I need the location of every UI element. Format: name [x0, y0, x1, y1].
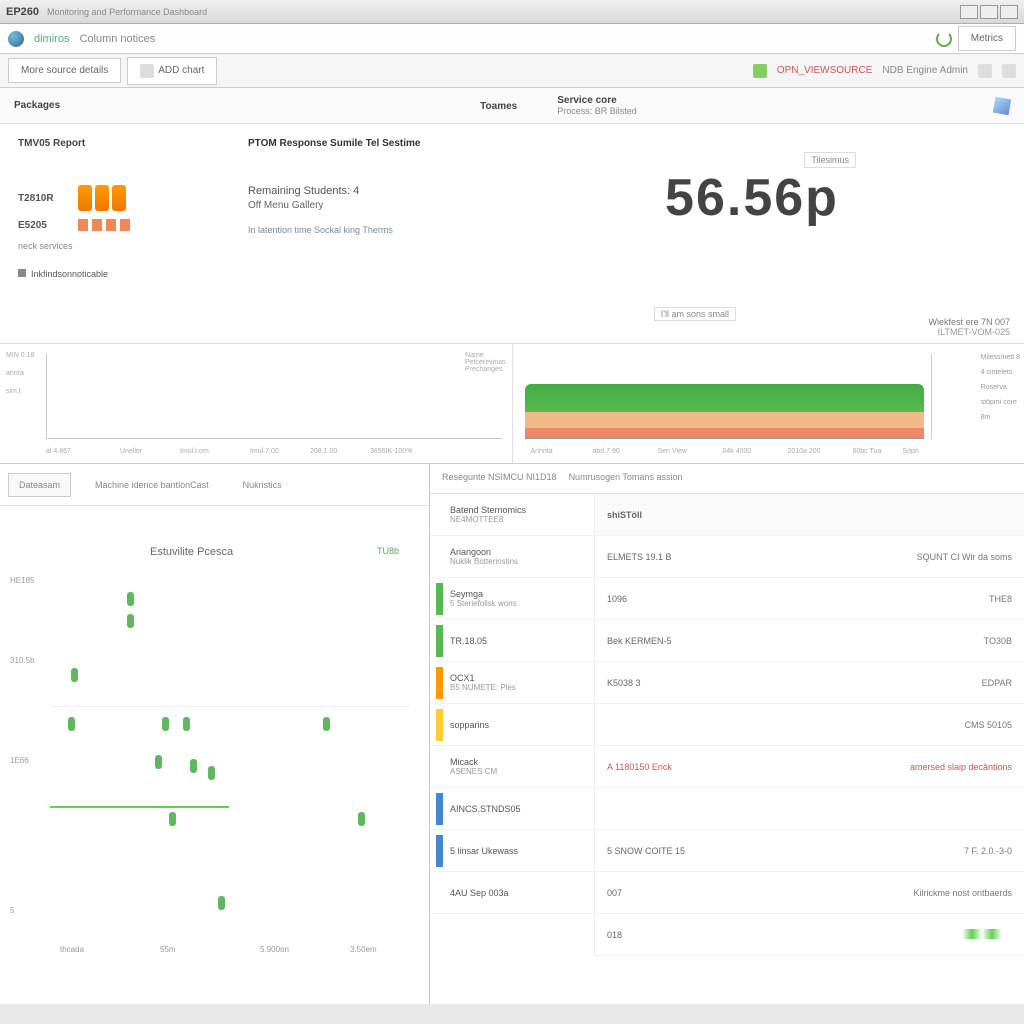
- toolbar: More source details ADD chart OPN_VIEWSO…: [0, 54, 1024, 88]
- y-axis-line: [46, 354, 47, 439]
- category-item[interactable]: AINCS.STNDS05: [430, 788, 594, 830]
- bottom-section: Dateasam Machine idence bantlonCast Nukr…: [0, 464, 1024, 1004]
- x-axis-line: [46, 438, 502, 439]
- charts-row: MIN 0.18 annra sim.t al 4.867 Uneller Im…: [0, 344, 1024, 464]
- metric-1: T2810R: [18, 185, 248, 211]
- scatter-point: [358, 812, 365, 826]
- value-list: shiSTöllELMETS 19.1 BSQUNT CI Wir da som…: [595, 494, 1024, 956]
- window-controls: [960, 5, 1018, 19]
- maximize-button[interactable]: [980, 5, 998, 19]
- value-row[interactable]: Bek KERMEN-5TO30B: [595, 620, 1024, 662]
- hdr-toames: Toames: [480, 101, 517, 112]
- value-row[interactable]: CMS 50105: [595, 704, 1024, 746]
- sparkline-icon: [962, 929, 1012, 939]
- value-row[interactable]: 007Kilrickme nost ontbaerds: [595, 872, 1024, 914]
- category-item[interactable]: TR.18.05: [430, 620, 594, 662]
- scatter-point: [208, 766, 215, 780]
- left-chart: MIN 0.18 annra sim.t al 4.867 Uneller Im…: [0, 344, 513, 463]
- scatter-point: [218, 896, 225, 910]
- link-viewsource[interactable]: OPN_VIEWSOURCE: [777, 65, 873, 76]
- scatter-chart: Estuvilite Pcesca TU8b HE185 310.5b 1E66…: [0, 506, 429, 966]
- scatter-point: [190, 759, 197, 773]
- category-item[interactable]: AriangoonNuklik Botterinstins: [430, 536, 594, 578]
- minimize-button[interactable]: [960, 5, 978, 19]
- summary-panel: TMV05 Report T2810R E5205 neck services …: [0, 124, 1024, 344]
- category-item[interactable]: 5 linsar Ukewass: [430, 830, 594, 872]
- gallery-label: Off Menu Gallery: [248, 200, 498, 211]
- legend-item: Inkfindsonnoticable: [18, 269, 248, 279]
- link-engine-admin[interactable]: NDB Engine Admin: [882, 65, 968, 76]
- scatter-tabs: Dateasam Machine idence bantlonCast Nukr…: [0, 464, 429, 506]
- detail-link[interactable]: In latention time Sockal king Therms: [248, 225, 498, 235]
- hdr-process: Process: BR Bilsted: [557, 106, 637, 116]
- tab-dateasam[interactable]: Dateasam: [8, 473, 71, 497]
- menu-item-2[interactable]: Column notices: [79, 33, 155, 45]
- value-row[interactable]: 018: [595, 914, 1024, 956]
- tab-machine[interactable]: Machine idence bantlonCast: [85, 474, 219, 496]
- hdr-packages: Packages: [14, 100, 60, 111]
- scatter-point: [169, 812, 176, 826]
- metrics-button[interactable]: Metrics: [958, 26, 1016, 51]
- app-subtitle: Monitoring and Performance Dashboard: [47, 7, 207, 17]
- status-dot-icon: [753, 64, 767, 78]
- cube-icon[interactable]: [993, 96, 1012, 115]
- details-panel: Resegunte NSIMCU NI1D18 Numrusogen Toman…: [430, 464, 1024, 1004]
- scatter-point: [155, 755, 162, 769]
- app-name: EP260: [6, 6, 39, 18]
- value-row[interactable]: [595, 788, 1024, 830]
- category-item[interactable]: MicackASENES CM: [430, 746, 594, 788]
- scatter-point: [323, 717, 330, 731]
- hdr-service-core: Service core: [557, 95, 637, 106]
- status-pill: I'll am sons small: [654, 307, 736, 321]
- scatter-point: [127, 614, 134, 628]
- tab-nukristics[interactable]: Nukristics: [233, 474, 292, 496]
- close-button[interactable]: [1000, 5, 1018, 19]
- category-item[interactable]: Seymga5 Steriefolisk wons: [430, 578, 594, 620]
- timestamp-corner: Wiekfest ere 7N 007 ILTMET-VOM-025: [928, 317, 1010, 337]
- value-row[interactable]: ELMETS 19.1 BSQUNT CI Wir da soms: [595, 536, 1024, 578]
- scatter-point: [68, 717, 75, 731]
- big-metric-value: 56.56p: [498, 168, 1006, 228]
- scatter-panel: Dateasam Machine idence bantlonCast Nukr…: [0, 464, 430, 1004]
- value-row[interactable]: A 1180150 Erickamersed slaip decântions: [595, 746, 1024, 788]
- category-item[interactable]: 4AU Sep 003a: [430, 872, 594, 914]
- menu-item-1[interactable]: dimiros: [34, 33, 69, 45]
- refresh-icon[interactable]: [936, 31, 952, 47]
- remaining-students: Remaining Students: 4: [248, 185, 498, 197]
- menubar: dimiros Column notices Metrics: [0, 24, 1024, 54]
- bars-icon-orange: [78, 185, 126, 211]
- category-item[interactable]: Batend SternomicsNE4MOTTEE8: [430, 494, 594, 536]
- tab-add-chart[interactable]: ADD chart: [127, 57, 217, 85]
- tool-icon-1[interactable]: [978, 64, 992, 78]
- scatter-point: [183, 717, 190, 731]
- bignum-label: Tilesimus: [804, 152, 856, 168]
- category-item[interactable]: sopparins: [430, 704, 594, 746]
- metric-2: E5205: [18, 219, 248, 231]
- area-legend: Milessmett 8 4 cintelets Roserva stöpmi …: [981, 354, 1020, 429]
- scatter-point: [71, 668, 78, 682]
- stacked-area: [525, 384, 925, 439]
- scatter-point: [162, 717, 169, 731]
- column-headers: Packages Toames Service core Process: BR…: [0, 88, 1024, 124]
- globe-icon: [8, 31, 24, 47]
- value-header: shiSTöll: [595, 494, 1024, 536]
- window-titlebar: EP260 Monitoring and Performance Dashboa…: [0, 0, 1024, 24]
- response-title: PTOM Response Sumile Tel Sestime: [248, 138, 498, 149]
- category-list: Batend SternomicsNE4MOTTEE8AriangoonNukl…: [430, 494, 595, 956]
- tool-icon-2[interactable]: [1002, 64, 1016, 78]
- bars-icon-small: [78, 219, 130, 231]
- report-title: TMV05 Report: [18, 138, 248, 149]
- right-area-chart: Anhrita abd.7.90 Sen View 04k 4000 2010a…: [513, 344, 1024, 463]
- value-row[interactable]: 5 SNOW COITE 157 F. 2.0.-3-0: [595, 830, 1024, 872]
- tab-source-details[interactable]: More source details: [8, 58, 121, 83]
- category-item[interactable]: OCX1B5 NUMETE: Ples: [430, 662, 594, 704]
- value-row[interactable]: K5038 3EDPAR: [595, 662, 1024, 704]
- metric-sublabel: neck services: [18, 241, 248, 251]
- scatter-point: [127, 592, 134, 606]
- value-row[interactable]: 1096THE8: [595, 578, 1024, 620]
- details-header: Resegunte NSIMCU NI1D18 Numrusogen Toman…: [430, 464, 1024, 494]
- add-icon: [140, 64, 154, 78]
